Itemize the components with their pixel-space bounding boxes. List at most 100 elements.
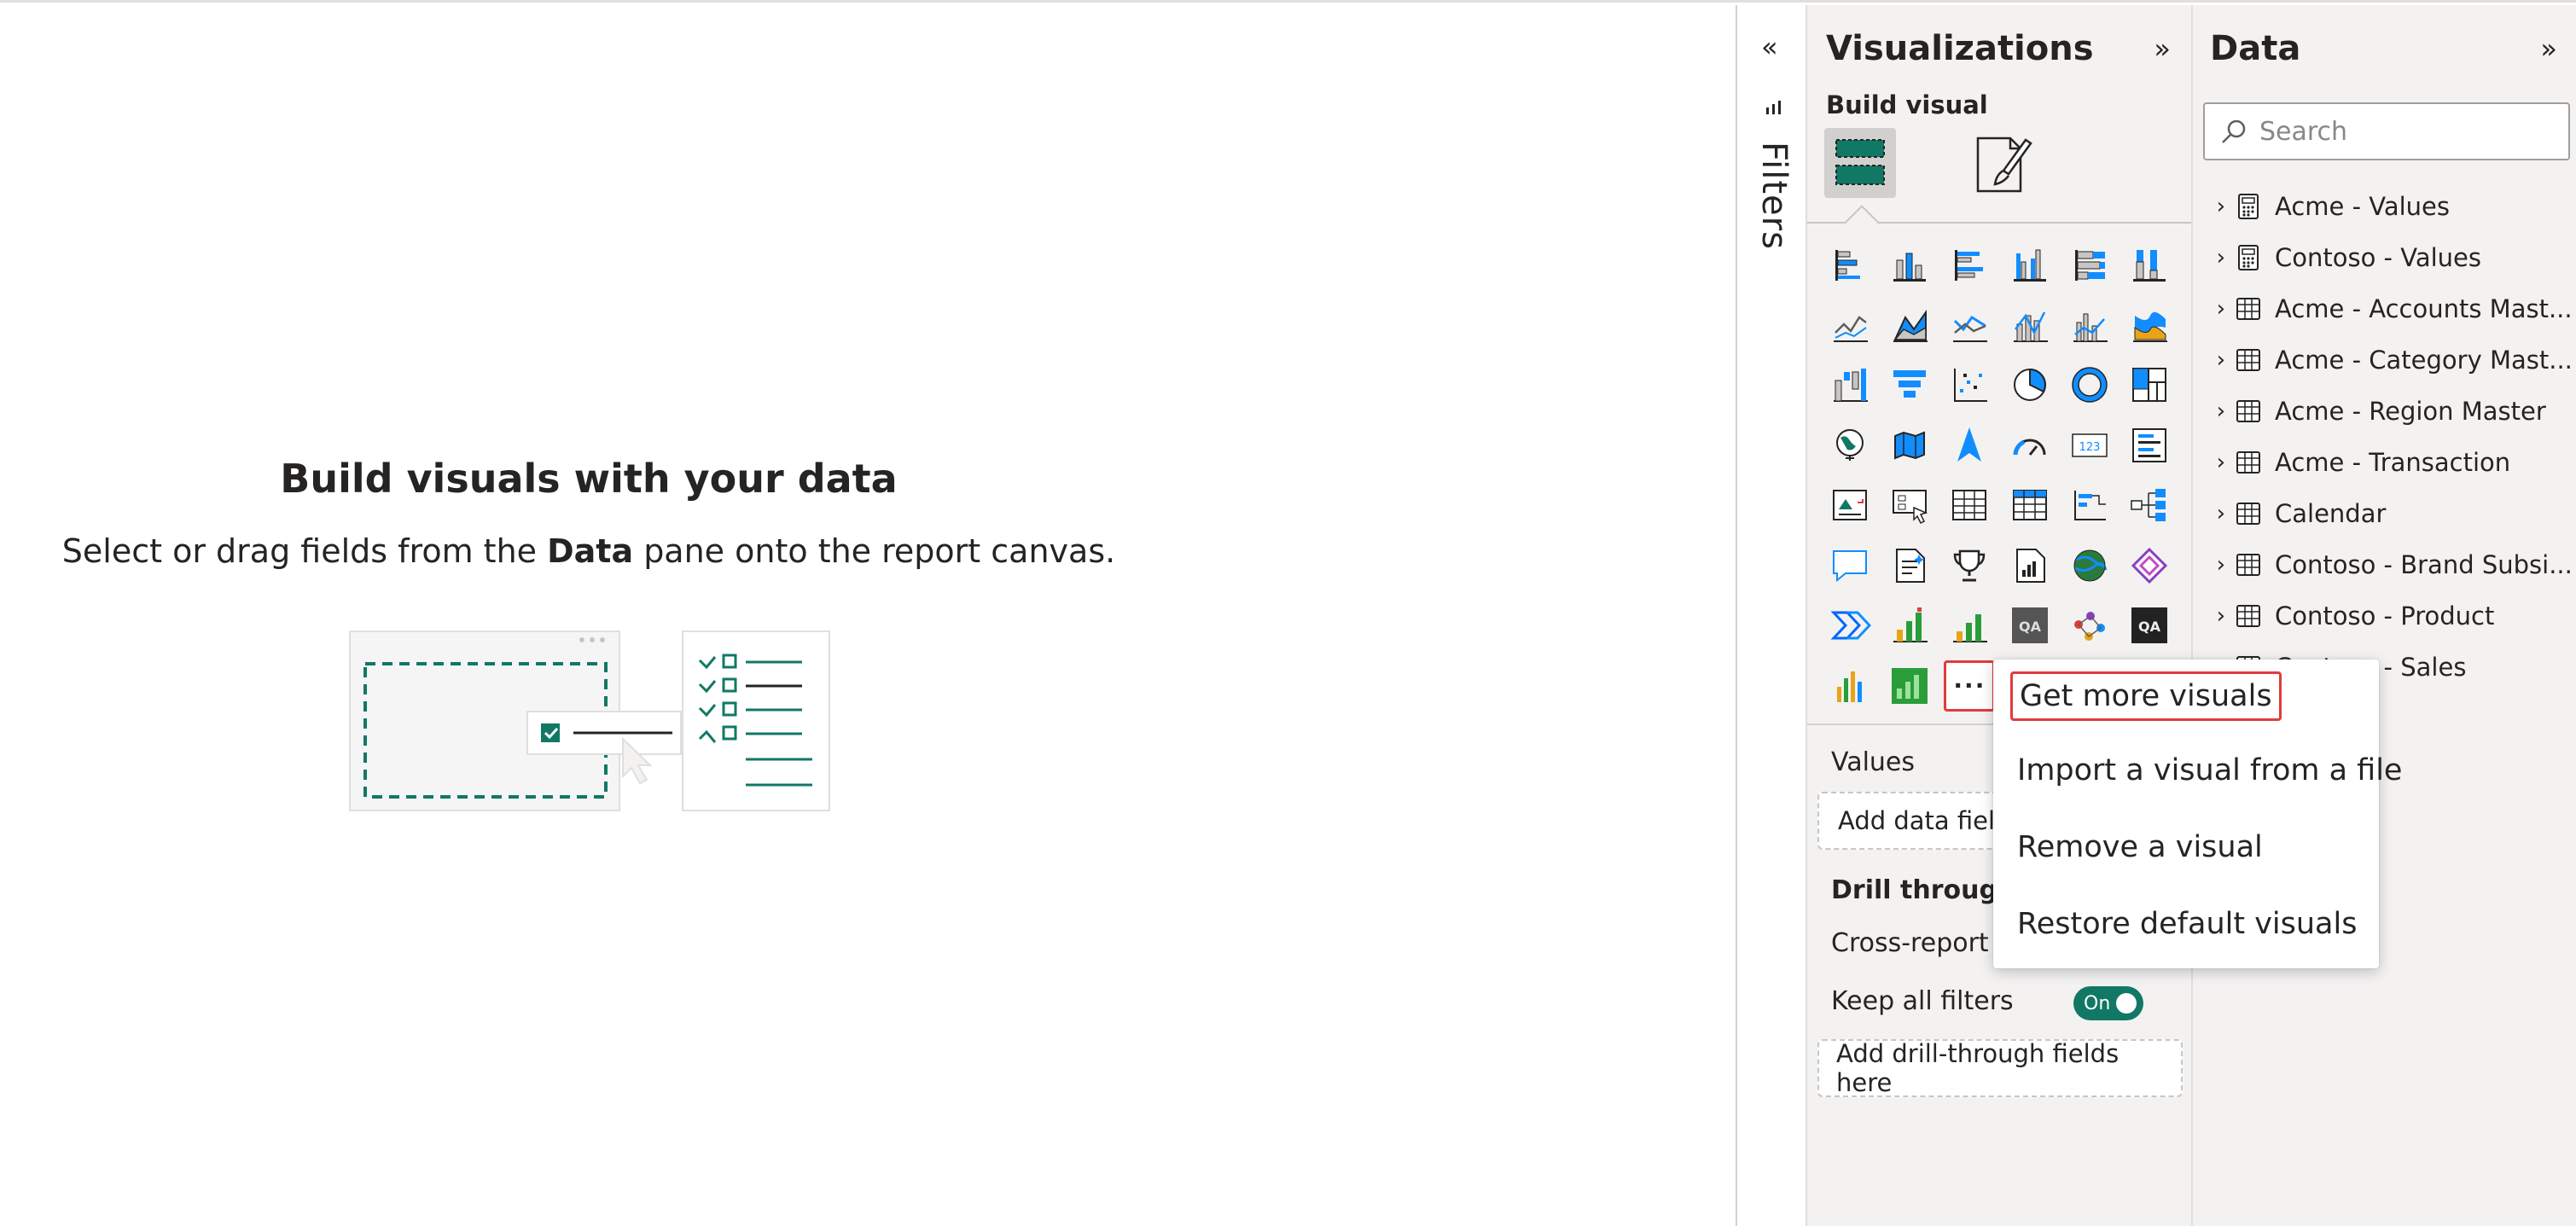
100-stacked-bar-chart-visual-button[interactable] (2064, 239, 2115, 290)
power-apps-icon (2131, 547, 2168, 584)
chevron-right-icon[interactable]: › (2193, 501, 2234, 526)
chevron-right-icon[interactable]: › (2193, 245, 2234, 270)
more-visuals-button[interactable]: ··· (1944, 659, 1996, 712)
donut-chart-visual-button[interactable] (2064, 359, 2115, 410)
more-options-icon: ··· (1953, 671, 1986, 700)
line-chart-icon (1834, 315, 1868, 342)
data-table-node[interactable]: › Acme - Values (2193, 183, 2576, 230)
data-table-name: Acme - Transaction (2275, 448, 2511, 477)
data-table-node[interactable]: › Calendar (2193, 490, 2576, 537)
menu-item-get-more-visuals[interactable]: Get more visuals (2010, 671, 2282, 721)
format-visual-tab[interactable] (1969, 131, 2038, 198)
arcgis-map-visual-button[interactable] (2064, 540, 2115, 591)
stacked-bar-chart-visual-button[interactable] (1824, 239, 1875, 290)
card-visual-button[interactable]: 123 (2064, 420, 2115, 471)
chevron-right-icon[interactable]: › (2193, 603, 2234, 629)
area-chart-visual-button[interactable] (1884, 299, 1935, 351)
map-visual-button[interactable] (1824, 420, 1875, 471)
donut-chart-icon (2072, 367, 2108, 403)
data-table-node[interactable]: › Acme - Accounts Mast... (2193, 285, 2576, 333)
data-table-node[interactable]: › Acme - Region Master (2193, 387, 2576, 435)
toggle-state-label: On (2084, 992, 2111, 1014)
data-table-node[interactable]: › Acme - Transaction (2193, 439, 2576, 486)
line-and-stacked-column-chart-visual-button[interactable] (2004, 299, 2056, 351)
clustered-bar-chart-visual-button[interactable] (1944, 239, 1995, 290)
slicer-visual-button[interactable] (1884, 479, 1935, 531)
keep-all-filters-toggle[interactable]: On (2073, 986, 2143, 1020)
pie-chart-visual-button[interactable] (2004, 359, 2056, 410)
waterfall-chart-visual-button[interactable] (1824, 359, 1875, 410)
stacked-area-chart-visual-button[interactable] (1944, 299, 1995, 351)
power-automate-visual-button[interactable] (1824, 600, 1875, 651)
funnel-chart-visual-button[interactable] (1884, 359, 1935, 410)
drill-through-drop-zone[interactable]: Add drill-through fields here (1817, 1039, 2183, 1097)
build-visual-tab[interactable] (1824, 128, 1896, 198)
matrix-visual-button[interactable] (2004, 479, 2056, 531)
100-stacked-column-chart-visual-button[interactable] (2124, 239, 2175, 290)
power-apps-visual-button[interactable] (2124, 540, 2175, 591)
line-and-clustered-column-chart-visual-button[interactable] (2064, 299, 2115, 351)
custom-column-visual-visual-button[interactable] (1824, 660, 1875, 712)
data-table-name: Acme - Region Master (2275, 397, 2546, 426)
table-icon (2236, 400, 2260, 422)
chevron-right-icon[interactable]: › (2193, 347, 2234, 373)
svg-text:QA: QA (2138, 619, 2161, 635)
custom-bar-visual-2-visual-button[interactable] (1944, 600, 1995, 651)
stacked-column-chart-visual-button[interactable] (1884, 239, 1935, 290)
metrics-trophy-visual-button[interactable] (1944, 540, 1995, 591)
data-table-node[interactable]: › Contoso - Product (2193, 592, 2576, 640)
data-table-node[interactable]: › Contoso - Brand Subsi... (2193, 541, 2576, 589)
azure-map-visual-button[interactable] (1944, 420, 1995, 471)
filled-map-visual-button[interactable] (1884, 420, 1935, 471)
table-icon (2236, 451, 2260, 474)
kpi-visual-button[interactable] (1824, 479, 1875, 531)
data-table-node[interactable]: › Acme - Category Mast... (2193, 336, 2576, 384)
chevron-right-icon[interactable]: › (2193, 450, 2234, 475)
custom-green-visual-visual-button[interactable] (1884, 660, 1935, 712)
double-chevron-right-icon[interactable]: » (2540, 32, 2557, 65)
double-chevron-right-icon[interactable]: » (2154, 32, 2171, 65)
scatter-chart-visual-button[interactable] (1944, 359, 1995, 410)
matrix-icon (2012, 490, 2047, 520)
decomposition-tree-visual-button[interactable] (2064, 479, 2115, 531)
data-table-node[interactable]: › Contoso - Values (2193, 234, 2576, 282)
table-visual-visual-button[interactable] (1944, 479, 1995, 531)
filters-label[interactable]: Filters (1754, 142, 1794, 250)
cross-report-label: Cross-report (1831, 928, 1989, 958)
subtitle-text-bold: Data (547, 532, 634, 570)
treemap-icon (2132, 368, 2166, 402)
svg-text:QA: QA (2019, 619, 2042, 635)
double-chevron-left-icon[interactable]: « (1761, 31, 1778, 63)
key-influencers-visual-button[interactable] (2124, 479, 2175, 531)
multi-row-card-visual-button[interactable] (2124, 420, 2175, 471)
filter-bars-icon (1766, 101, 1781, 114)
custom-bar-visual-visual-button[interactable] (1884, 600, 1935, 651)
report-canvas[interactable]: Build visuals with your data Select or d… (0, 5, 1736, 1226)
clustered-column-chart-visual-button[interactable] (2004, 239, 2056, 290)
qa-visual-dark-visual-button[interactable]: QA (2124, 600, 2175, 651)
data-search-box[interactable] (2203, 102, 2570, 160)
chevron-right-icon[interactable]: › (2193, 552, 2234, 578)
network-visual-visual-button[interactable] (2064, 600, 2115, 651)
chevron-right-icon[interactable]: › (2193, 398, 2234, 424)
chevron-right-icon[interactable]: › (2193, 296, 2234, 322)
line-chart-visual-button[interactable] (1824, 299, 1875, 351)
azure-map-icon (1957, 427, 1982, 462)
q-and-a-visual-button[interactable] (1824, 540, 1875, 591)
line-and-clustered-column-chart-icon (2073, 313, 2108, 342)
data-search-input[interactable] (2259, 116, 2550, 147)
menu-item-import-visual-from-file[interactable]: Import a visual from a file (2010, 748, 2409, 793)
filters-pane-collapsed[interactable]: « Filters (1736, 5, 1806, 1226)
metrics-trophy-icon (1954, 549, 1986, 581)
chevron-right-icon[interactable]: › (2193, 194, 2234, 219)
paginated-report-visual-button[interactable] (2004, 540, 2056, 591)
gauge-visual-button[interactable] (2004, 420, 2056, 471)
smart-narrative-visual-button[interactable] (1884, 540, 1935, 591)
qa-visual-icon: QA (2011, 607, 2048, 643)
qa-visual-visual-button[interactable]: QA (2004, 600, 2056, 651)
key-influencers-icon (2131, 489, 2166, 521)
treemap-visual-button[interactable] (2124, 359, 2175, 410)
ribbon-chart-visual-button[interactable] (2124, 299, 2175, 351)
menu-item-remove-visual[interactable]: Remove a visual (2010, 825, 2270, 869)
menu-item-restore-default-visuals[interactable]: Restore default visuals (2010, 902, 2364, 946)
